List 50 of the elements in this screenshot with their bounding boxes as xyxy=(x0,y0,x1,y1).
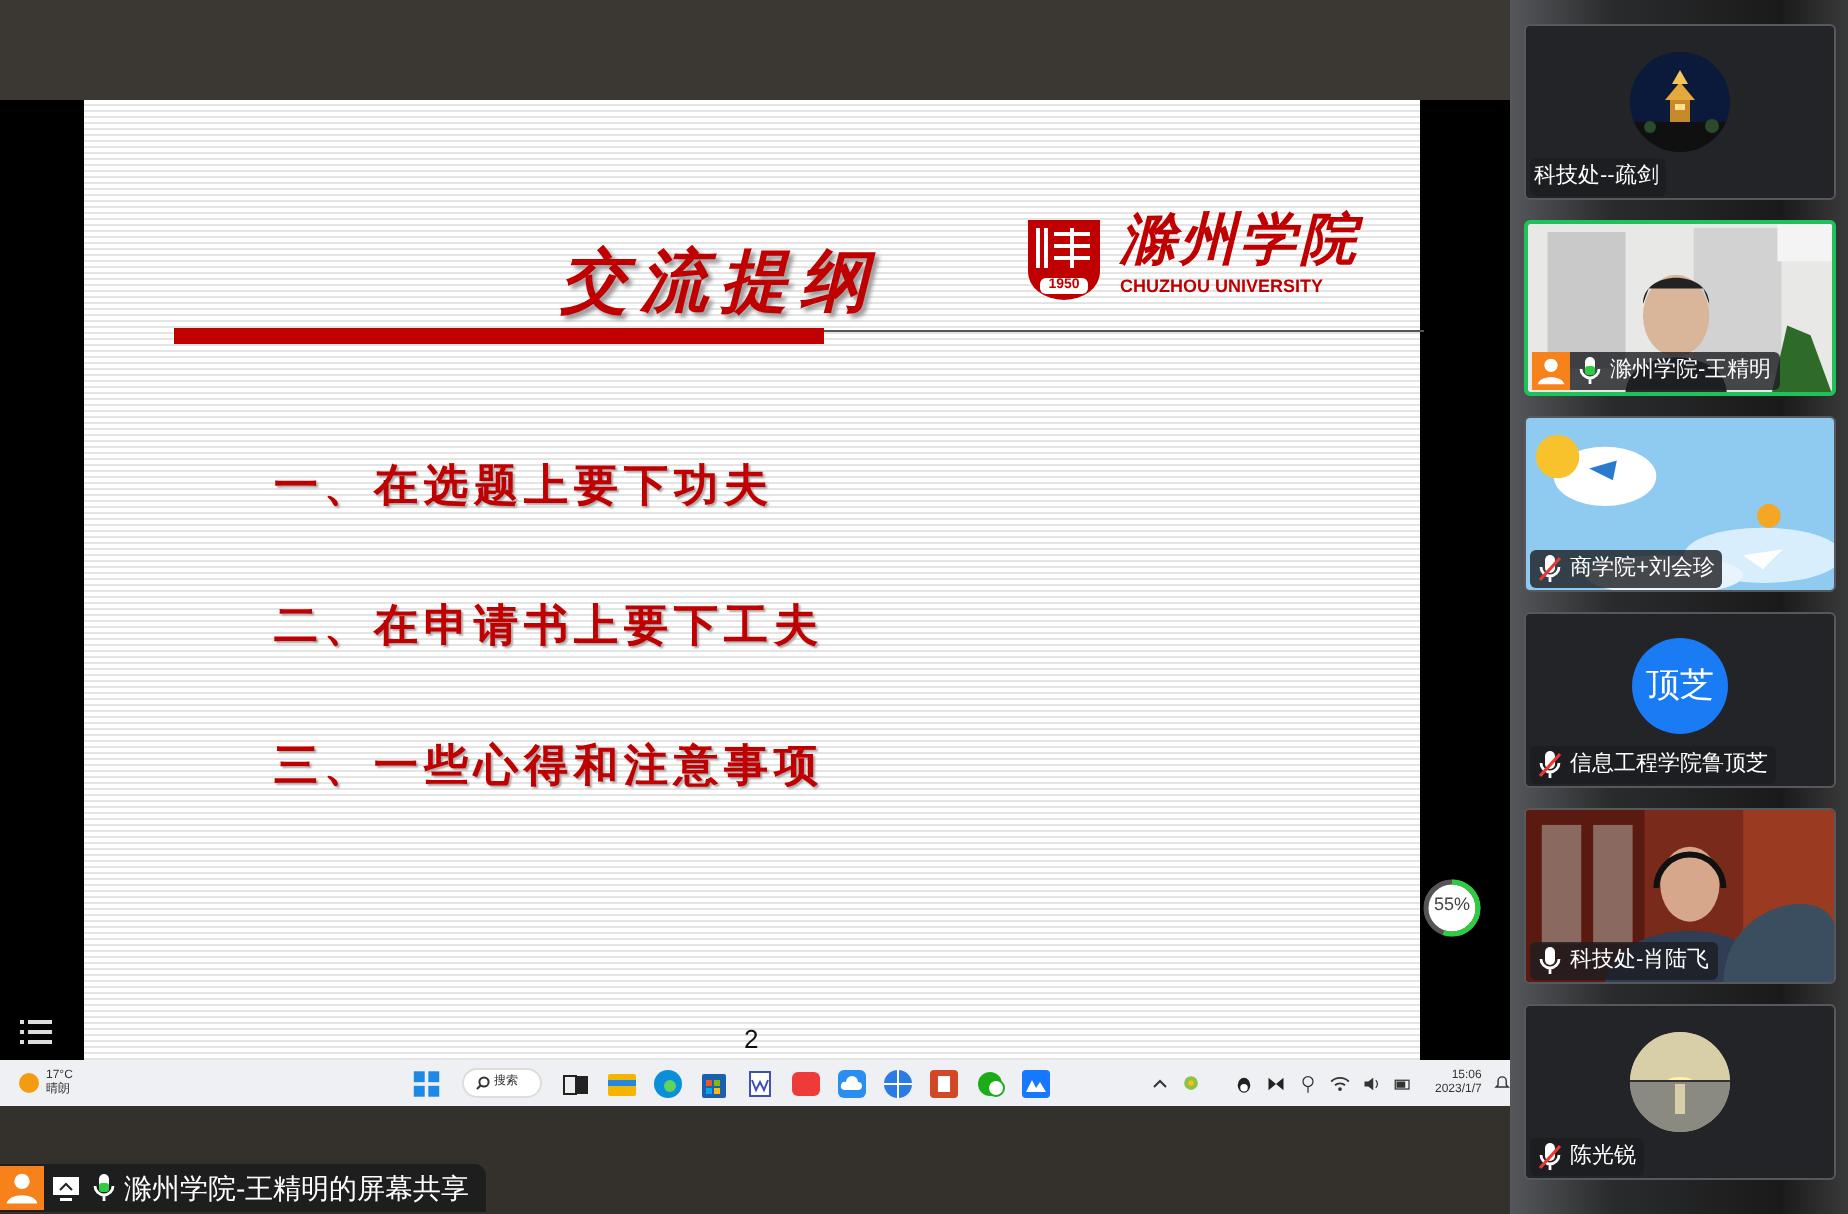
participant-name: 信息工程学院鲁顶芝 xyxy=(1570,750,1768,781)
participant-tile[interactable]: 陈光锐 xyxy=(1524,1004,1836,1180)
initials-avatar: 顶芝 xyxy=(1632,638,1728,734)
participant-tile[interactable]: 滁州学院-王精明 xyxy=(1524,220,1836,396)
participant-tile[interactable]: 科技处--疏剑 xyxy=(1524,24,1836,200)
screen-share-icon xyxy=(52,1175,80,1201)
participant-tile[interactable]: 科技处-肖陆飞 xyxy=(1524,808,1836,984)
outline-item: 二、在申请书上要下工夫 xyxy=(274,600,824,652)
outline-item: 一、在选题上要下功夫 xyxy=(274,460,776,512)
document-icon[interactable] xyxy=(744,1067,777,1099)
participant-name: 科技处-肖陆飞 xyxy=(1570,946,1710,977)
penguin-icon[interactable] xyxy=(1234,1073,1255,1093)
page-number: 2 xyxy=(744,1022,759,1058)
speed-reading: 55% xyxy=(1431,894,1472,914)
participant-name: 商学院+刘会珍 xyxy=(1570,553,1715,585)
search-icon xyxy=(475,1076,490,1090)
mic-icon xyxy=(1538,946,1562,976)
university-logo-icon xyxy=(1024,216,1104,304)
university-name: 滁州学院 xyxy=(1120,208,1360,272)
participant-tile[interactable]: 顶芝 信息工程学院鲁顶芝 xyxy=(1524,612,1836,788)
participant-name: 陈光锐 xyxy=(1570,1142,1636,1173)
mic-icon xyxy=(92,1172,116,1204)
meeting-icon[interactable] xyxy=(1020,1067,1053,1099)
share-label-text: 滁州学院-王精明的屏幕共享 xyxy=(124,1169,470,1207)
menu-icon[interactable] xyxy=(20,1018,52,1046)
slide-title: 交流提纲 xyxy=(560,242,880,324)
network-icon[interactable] xyxy=(1298,1073,1319,1093)
presentation-icon[interactable] xyxy=(928,1067,961,1099)
participant-name: 科技处--疏剑 xyxy=(1534,162,1659,193)
muted-mic-icon xyxy=(1538,554,1562,584)
muted-mic-icon xyxy=(1538,750,1562,780)
speaker-icon[interactable] xyxy=(1362,1073,1383,1093)
mic-icon xyxy=(1578,356,1602,386)
wifi-icon[interactable] xyxy=(1330,1073,1351,1093)
tray-app-icon[interactable] xyxy=(1266,1073,1287,1093)
chat-icon[interactable] xyxy=(974,1067,1007,1099)
outline-item: 三、一些心得和注意事项 xyxy=(274,740,824,792)
browser-icon[interactable] xyxy=(652,1067,685,1099)
start-icon[interactable] xyxy=(412,1067,442,1099)
speed-meter[interactable] xyxy=(1422,878,1482,938)
participant-tile[interactable]: 商学院+刘会珍 xyxy=(1524,416,1836,592)
chevron-up-icon[interactable] xyxy=(1152,1078,1169,1088)
notification-icon[interactable] xyxy=(1493,1074,1510,1092)
participant-name: 滁州学院-王精明 xyxy=(1610,356,1772,387)
globe-icon[interactable] xyxy=(882,1067,915,1099)
weather-icon xyxy=(18,1072,40,1094)
university-english-name: CHUZHOU UNIVERSITY xyxy=(1120,276,1324,296)
app-icon[interactable] xyxy=(790,1067,823,1099)
muted-mic-icon xyxy=(1538,1142,1562,1172)
cloud-icon[interactable] xyxy=(836,1067,869,1099)
